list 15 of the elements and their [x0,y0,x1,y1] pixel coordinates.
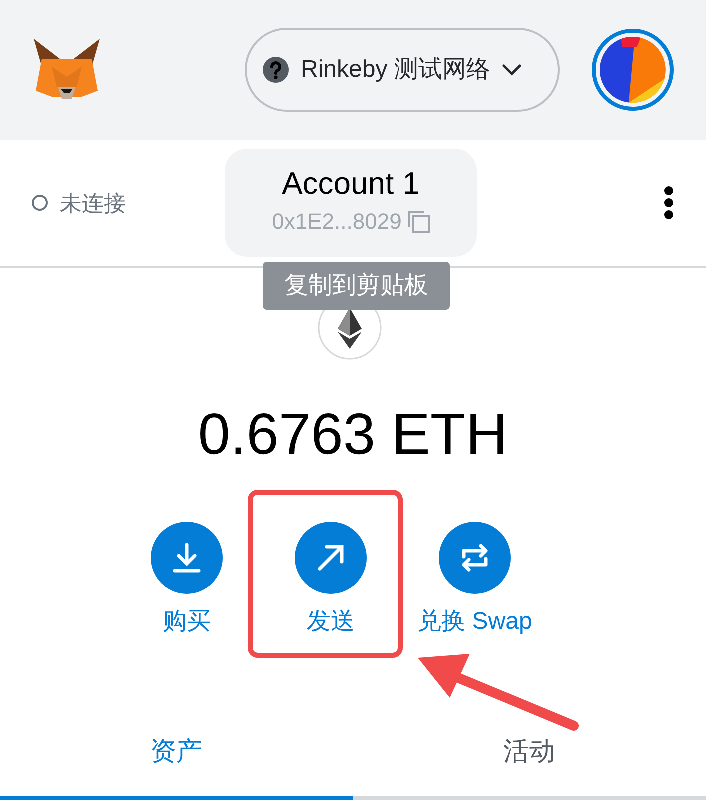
help-icon [263,57,289,83]
tab[interactable]: 活动 [353,712,706,800]
tooltip: 复制到剪贴板 [263,262,450,310]
chevron-down-icon [502,64,522,76]
balance: 0.6763 ETH [198,406,508,464]
account-avatar[interactable] [592,29,674,111]
menu-icon[interactable] [664,186,674,220]
arrow-icon [315,542,347,574]
tab[interactable]: 资产 [0,712,353,800]
account-card[interactable]: Account 1 0x1E2...8029 [225,149,477,257]
copy-icon [408,210,430,232]
action-button[interactable]: 兑换 Swap [418,522,532,640]
network-selector[interactable]: Rinkeby 测试网络 [245,28,560,112]
identicon [600,37,666,103]
connection-status: 未连接 [60,190,126,218]
